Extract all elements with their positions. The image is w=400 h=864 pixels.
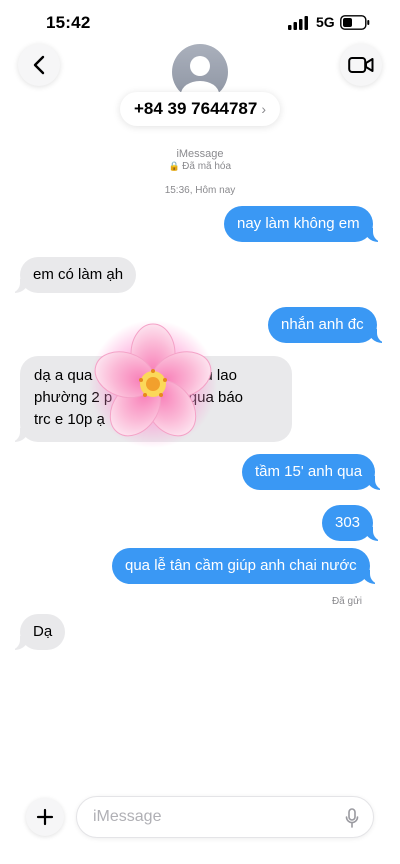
message-text: em có làm ạh xyxy=(33,266,124,283)
encryption-label: Đã mã hóa xyxy=(182,161,232,172)
conversation-header: +84 39 7644787 › xyxy=(0,40,400,150)
encryption-note: 🔒 Đã mã hóa xyxy=(0,161,400,172)
message-bubble-outgoing[interactable]: nay làm không em xyxy=(224,206,383,242)
message-text: 303 xyxy=(335,514,361,531)
message-text: Dạ xyxy=(33,623,53,640)
message-field[interactable] xyxy=(76,796,374,838)
back-button[interactable] xyxy=(18,44,60,86)
message-bubble-incoming[interactable]: Dạ xyxy=(9,614,66,650)
apps-button[interactable] xyxy=(26,798,64,836)
chevron-left-icon xyxy=(33,55,45,75)
plus-icon xyxy=(36,808,54,826)
message-text: nhắn anh đc xyxy=(281,316,364,333)
lock-icon: 🔒 xyxy=(168,161,181,171)
message-input[interactable] xyxy=(91,807,335,827)
facetime-button[interactable] xyxy=(340,44,382,86)
message-bubble-outgoing[interactable]: tầm 15' anh qua xyxy=(242,454,386,490)
service-label: iMessage xyxy=(176,148,224,160)
chevron-right-icon: › xyxy=(261,101,267,117)
message-bubble-outgoing[interactable]: nhắn anh đc xyxy=(268,307,387,343)
thread-timestamp: 15:36, Hôm nay xyxy=(164,185,236,196)
contact-number: +84 39 7644787 xyxy=(133,99,258,118)
message-text: tầm 15' anh qua xyxy=(255,463,363,480)
signal-icon xyxy=(288,16,308,30)
message-bubble-outgoing[interactable]: qua lễ tân cầm giúp anh chai nước xyxy=(112,548,380,584)
video-camera-icon xyxy=(348,57,374,73)
status-time: 15:42 xyxy=(46,13,91,32)
contact-name-button[interactable]: +84 39 7644787 › xyxy=(120,92,280,126)
message-text: qua lễ tân cầm giúp anh chai nước xyxy=(125,557,357,574)
read-receipt: Đã gửi xyxy=(331,596,362,607)
microphone-icon[interactable] xyxy=(345,808,359,828)
battery-icon xyxy=(340,15,370,30)
message-text: nay làm không em xyxy=(237,215,360,232)
message-bubble-incoming[interactable]: em có làm ạh xyxy=(9,257,137,293)
cherry-blossom-sticker[interactable] xyxy=(88,318,218,448)
network-type: 5G xyxy=(316,14,335,30)
message-bubble-outgoing[interactable]: 303 xyxy=(322,505,384,541)
compose-bar xyxy=(0,790,400,850)
